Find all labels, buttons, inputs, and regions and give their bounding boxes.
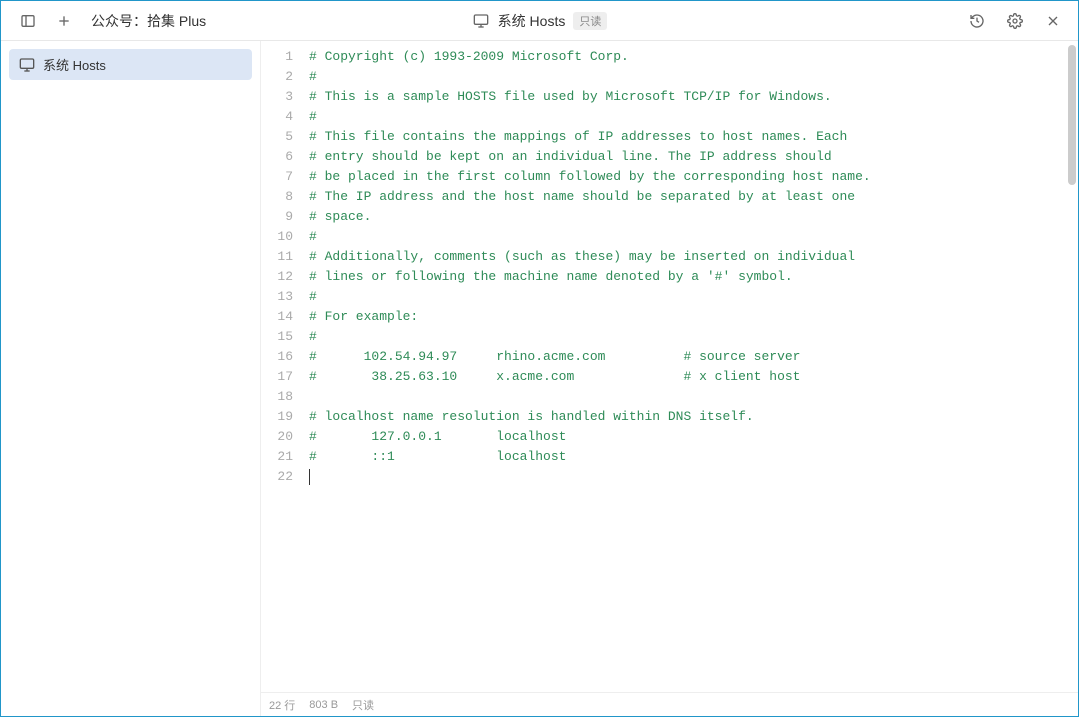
code-line[interactable]: # be placed in the first column followed… <box>309 167 1078 187</box>
titlebar-right <box>968 12 1062 30</box>
line-number-gutter: 12345678910111213141516171819202122 <box>261 41 301 692</box>
sidebar: 系统 Hosts <box>1 41 261 716</box>
code-line[interactable]: # space. <box>309 207 1078 227</box>
main: 系统 Hosts 1234567891011121314151617181920… <box>1 41 1078 716</box>
code-line[interactable]: # localhost name resolution is handled w… <box>309 407 1078 427</box>
line-number: 1 <box>261 47 293 67</box>
code-line[interactable] <box>309 467 1078 487</box>
line-number: 5 <box>261 127 293 147</box>
sidebar-item-system-hosts[interactable]: 系统 Hosts <box>9 49 252 80</box>
app-name: 公众号：拾集 Plus <box>91 11 206 31</box>
line-number: 17 <box>261 367 293 387</box>
line-number: 12 <box>261 267 293 287</box>
line-number: 22 <box>261 467 293 487</box>
line-number: 21 <box>261 447 293 467</box>
editor-area: 12345678910111213141516171819202122 # Co… <box>261 41 1078 716</box>
line-number: 13 <box>261 287 293 307</box>
scrollbar-vertical[interactable] <box>1068 45 1076 185</box>
code-line[interactable] <box>309 387 1078 407</box>
page-title: 系统 Hosts <box>498 11 566 31</box>
line-number: 18 <box>261 387 293 407</box>
titlebar: 公众号：拾集 Plus 系统 Hosts 只读 <box>1 1 1078 41</box>
code-line[interactable]: # <box>309 67 1078 87</box>
code-line[interactable]: # Additionally, comments (such as these)… <box>309 247 1078 267</box>
monitor-icon <box>472 12 490 30</box>
line-number: 10 <box>261 227 293 247</box>
sidebar-toggle-icon[interactable] <box>19 12 37 30</box>
code-line[interactable]: # ::1 localhost <box>309 447 1078 467</box>
code-line[interactable]: # 127.0.0.1 localhost <box>309 427 1078 447</box>
code-line[interactable]: # 102.54.94.97 rhino.acme.com # source s… <box>309 347 1078 367</box>
sidebar-item-label: 系统 Hosts <box>43 55 106 74</box>
code-area[interactable]: 12345678910111213141516171819202122 # Co… <box>261 41 1078 692</box>
code-line[interactable]: # The IP address and the host name shoul… <box>309 187 1078 207</box>
line-number: 20 <box>261 427 293 447</box>
statusbar: 22 行 803 B 只读 <box>261 692 1078 716</box>
code-line[interactable]: # 38.25.63.10 x.acme.com # x client host <box>309 367 1078 387</box>
line-number: 2 <box>261 67 293 87</box>
line-number: 3 <box>261 87 293 107</box>
code-line[interactable]: # Copyright (c) 1993-2009 Microsoft Corp… <box>309 47 1078 67</box>
code-line[interactable]: # lines or following the machine name de… <box>309 267 1078 287</box>
code-line[interactable]: # <box>309 107 1078 127</box>
line-number: 6 <box>261 147 293 167</box>
line-number: 14 <box>261 307 293 327</box>
code-lines[interactable]: # Copyright (c) 1993-2009 Microsoft Corp… <box>301 41 1078 692</box>
add-icon[interactable] <box>55 12 73 30</box>
readonly-badge: 只读 <box>573 12 607 30</box>
line-number: 8 <box>261 187 293 207</box>
line-number: 7 <box>261 167 293 187</box>
code-line[interactable]: # <box>309 227 1078 247</box>
gear-icon[interactable] <box>1006 12 1024 30</box>
titlebar-left: 公众号：拾集 Plus <box>1 11 261 31</box>
status-size: 803 B <box>309 699 338 711</box>
code-line[interactable]: # This is a sample HOSTS file used by Mi… <box>309 87 1078 107</box>
line-number: 15 <box>261 327 293 347</box>
line-number: 16 <box>261 347 293 367</box>
code-line[interactable]: # <box>309 287 1078 307</box>
monitor-icon <box>19 57 35 73</box>
line-number: 9 <box>261 207 293 227</box>
line-number: 19 <box>261 407 293 427</box>
code-line[interactable]: # <box>309 327 1078 347</box>
status-lines: 22 行 <box>269 697 295 713</box>
code-line[interactable]: # entry should be kept on an individual … <box>309 147 1078 167</box>
code-line[interactable]: # This file contains the mappings of IP … <box>309 127 1078 147</box>
code-line[interactable]: # For example: <box>309 307 1078 327</box>
line-number: 11 <box>261 247 293 267</box>
history-icon[interactable] <box>968 12 986 30</box>
status-readonly: 只读 <box>352 697 374 713</box>
close-icon[interactable] <box>1044 12 1062 30</box>
line-number: 4 <box>261 107 293 127</box>
